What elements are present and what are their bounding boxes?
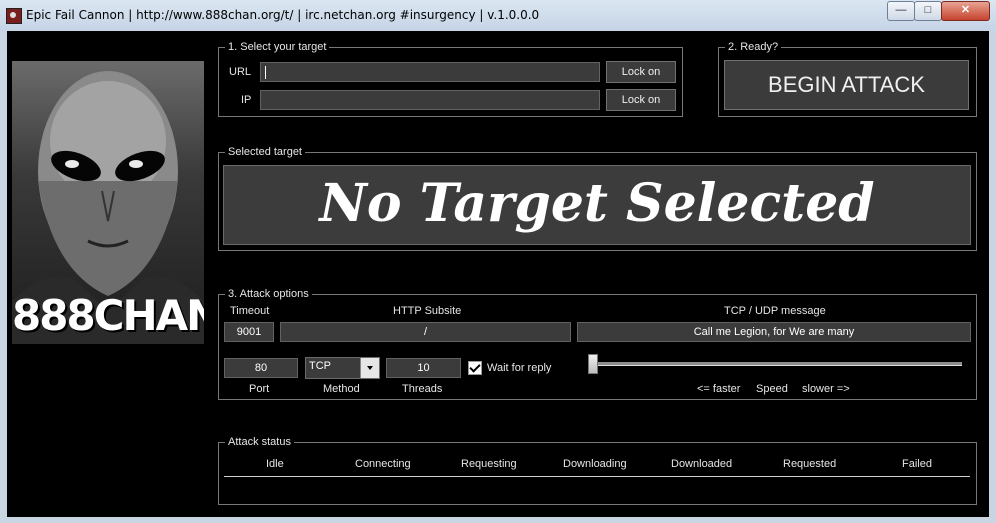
status-idle: Idle (266, 458, 284, 470)
speed-slower-label: slower => (802, 383, 850, 395)
ip-input[interactable] (260, 90, 600, 110)
chevron-down-icon[interactable] (360, 358, 379, 378)
subsite-input[interactable]: / (280, 322, 571, 342)
logo-text: 888CHAN (12, 291, 204, 340)
text-caret (265, 65, 266, 79)
status-divider (224, 476, 970, 477)
threads-input[interactable]: 10 (386, 358, 461, 378)
close-icon: ✕ (960, 4, 971, 16)
app-icon (6, 8, 22, 24)
attack-options-group: 3. Attack options Timeout HTTP Subsite T… (218, 288, 977, 400)
close-button[interactable]: ✕ (941, 1, 990, 21)
window-title: Epic Fail Cannon | http://www.888chan.or… (26, 8, 540, 22)
subsite-label: HTTP Subsite (393, 305, 462, 317)
threads-label: Threads (402, 383, 443, 395)
status-requested: Requested (783, 458, 837, 470)
method-selected: TCP (309, 360, 331, 372)
attack-status-title: Attack status (225, 436, 294, 448)
lock-ip-button[interactable]: Lock on (606, 89, 676, 111)
timeout-label: Timeout (230, 305, 270, 317)
method-select[interactable]: TCP (305, 357, 380, 379)
minimize-button[interactable]: — (887, 1, 915, 21)
wait-reply-label[interactable]: Wait for reply (487, 362, 551, 374)
url-input[interactable] (260, 62, 600, 82)
port-input[interactable]: 80 (224, 358, 298, 378)
logo-image: 888CHAN (12, 61, 204, 344)
timeout-input[interactable]: 9001 (224, 322, 274, 342)
client-area: 888CHAN 1. Select your target URL Lock o… (7, 31, 989, 517)
target-display: No Target Selected (223, 165, 971, 245)
speed-label: Speed (756, 383, 788, 395)
wait-reply-checkbox[interactable] (468, 361, 482, 375)
maximize-button[interactable]: □ (914, 1, 942, 21)
status-connecting: Connecting (355, 458, 411, 470)
selected-target-group: Selected target No Target Selected (218, 146, 977, 251)
target-selection-group: 1. Select your target URL Lock on IP Loc… (218, 41, 683, 117)
status-downloaded: Downloaded (671, 458, 733, 470)
lock-url-button[interactable]: Lock on (606, 61, 676, 83)
speed-faster-label: <= faster (697, 383, 741, 395)
port-label: Port (249, 383, 270, 395)
message-input[interactable]: Call me Legion, for We are many (577, 322, 971, 342)
speed-slider-track[interactable] (593, 362, 962, 366)
status-downloading: Downloading (563, 458, 627, 470)
status-requesting: Requesting (461, 458, 517, 470)
minimize-icon: — (895, 4, 907, 16)
title-bar[interactable]: Epic Fail Cannon | http://www.888chan.or… (0, 0, 996, 30)
begin-attack-button[interactable]: BEGIN ATTACK (724, 60, 969, 110)
status-failed: Failed (902, 458, 932, 470)
method-label: Method (323, 383, 360, 395)
ready-group: 2. Ready? BEGIN ATTACK (718, 41, 977, 117)
ip-label: IP (241, 94, 252, 106)
target-selection-title: 1. Select your target (225, 41, 330, 53)
maximize-icon: □ (924, 4, 932, 16)
url-label: URL (229, 66, 252, 78)
attack-options-title: 3. Attack options (225, 288, 312, 300)
message-label: TCP / UDP message (724, 305, 826, 317)
attack-status-group: Attack status Idle Connecting Requesting… (218, 436, 977, 505)
speed-slider-thumb[interactable] (588, 354, 598, 374)
selected-target-title: Selected target (225, 146, 305, 158)
ready-title: 2. Ready? (725, 41, 782, 53)
